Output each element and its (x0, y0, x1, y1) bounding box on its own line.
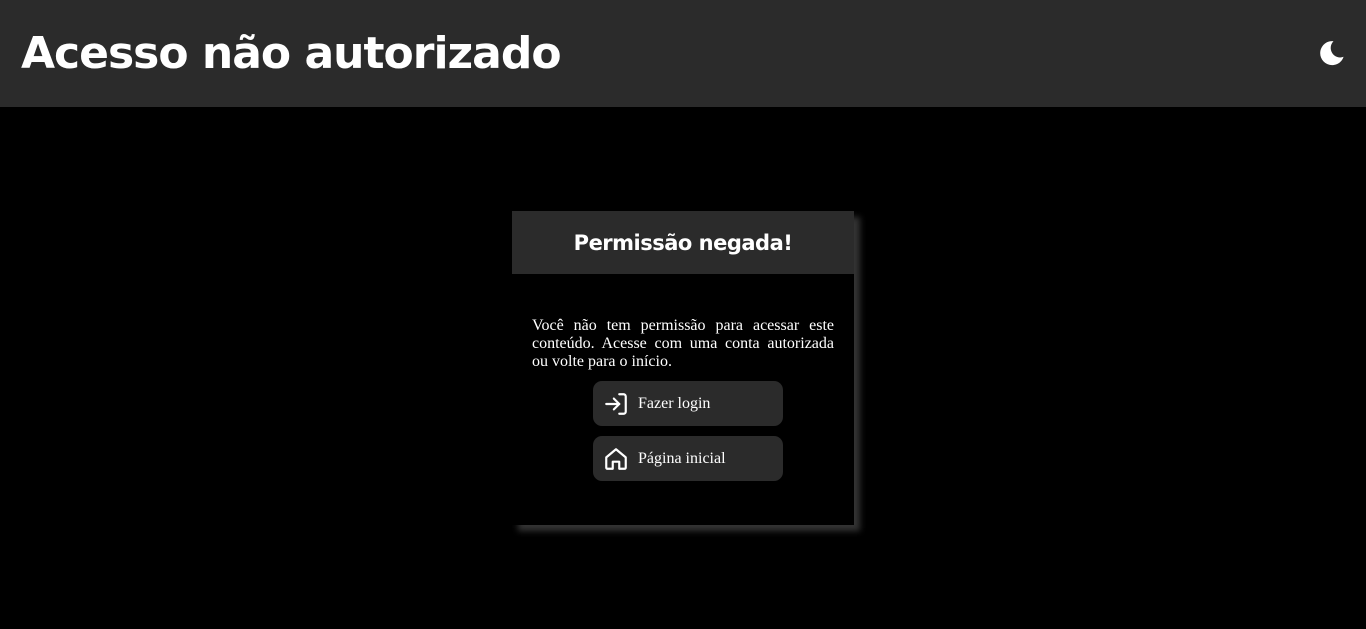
login-icon (603, 391, 629, 417)
home-button-label: Página inicial (638, 449, 726, 467)
login-button-label: Fazer login (638, 394, 711, 412)
top-bar: Acesso não autorizado (0, 0, 1366, 107)
page-title: Acesso não autorizado (21, 28, 562, 79)
permission-denied-card: Permissão negada! Você não tem permissão… (512, 211, 854, 525)
card-header: Permissão negada! (512, 211, 854, 274)
theme-toggle-button[interactable] (1316, 38, 1346, 68)
home-button[interactable]: Página inicial (593, 436, 783, 481)
moon-icon (1320, 41, 1344, 66)
card-title: Permissão negada! (573, 230, 793, 255)
home-icon (603, 446, 629, 472)
login-button[interactable]: Fazer login (593, 381, 783, 426)
card-message: Você não tem permissão para acessar este… (532, 317, 834, 370)
